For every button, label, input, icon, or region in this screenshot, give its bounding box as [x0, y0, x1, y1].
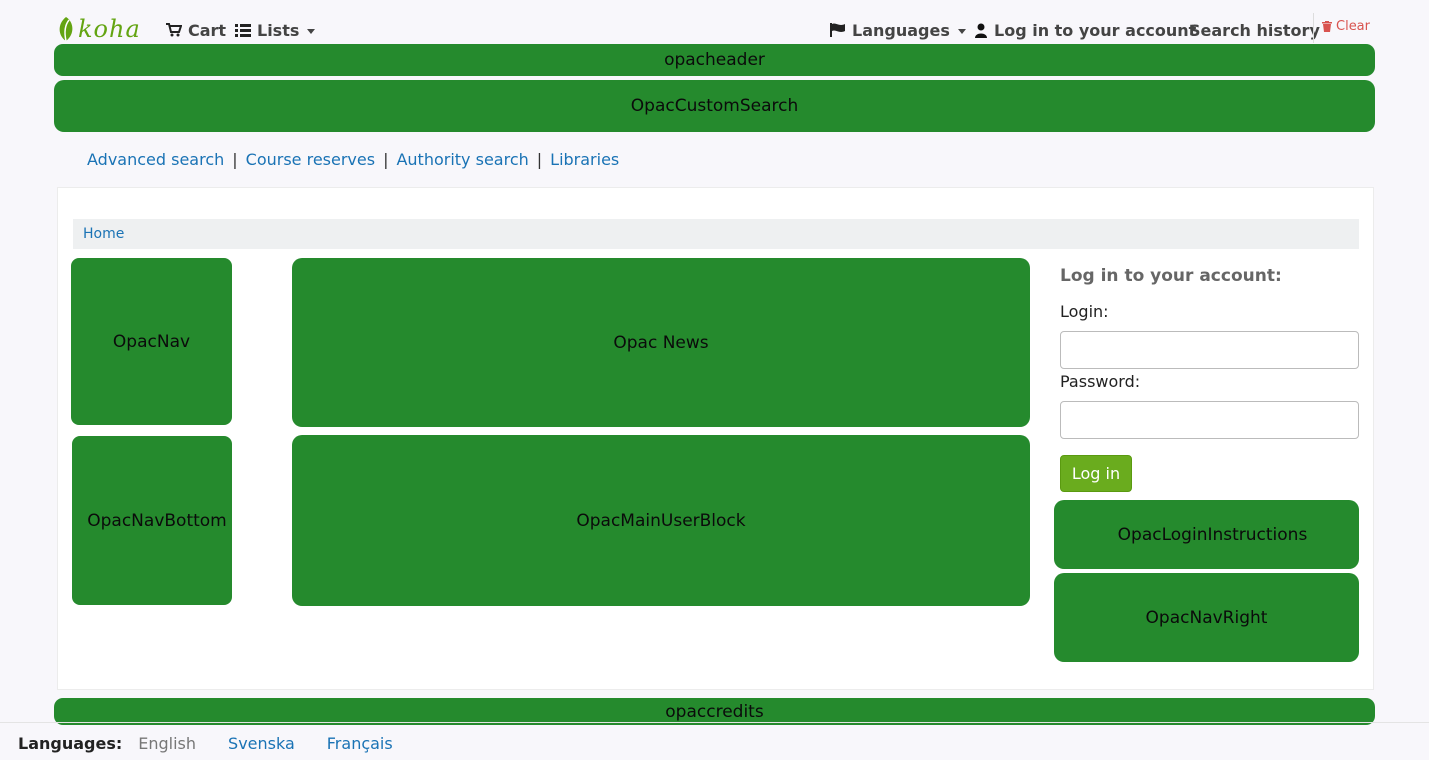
cart-label: Cart [188, 20, 227, 40]
koha-logo[interactable]: koha [56, 14, 141, 44]
chevron-down-icon [957, 28, 966, 34]
course-reserves-link[interactable]: Course reserves [246, 150, 375, 169]
footer-divider [0, 722, 1429, 723]
password-field-label: Password: [1060, 372, 1141, 391]
login-link-label: Log in to your account [994, 20, 1197, 40]
divider [1313, 13, 1314, 43]
opac-nav-bottom-block: OpacNavBottom [72, 436, 232, 605]
search-history-link[interactable]: Search history [1189, 18, 1320, 42]
login-form-title: Log in to your account: [1060, 266, 1282, 286]
link-separator: | [536, 150, 543, 169]
opaccredits-block: opaccredits [54, 698, 1375, 725]
language-switcher: Languages: English Svenska Français [18, 734, 425, 753]
libraries-link[interactable]: Libraries [550, 150, 619, 169]
opac-login-instructions-block: OpacLoginInstructions [1054, 500, 1359, 569]
login-input[interactable] [1060, 331, 1359, 369]
leaf-icon [59, 17, 73, 42]
chevron-down-icon [307, 28, 316, 34]
logo-text: koha [78, 15, 141, 43]
breadcrumb-home[interactable]: Home [83, 226, 124, 242]
languages-dropdown[interactable]: Languages [830, 18, 966, 42]
language-link-francais[interactable]: Français [327, 734, 393, 753]
lists-label: Lists [257, 20, 300, 40]
link-separator: | [232, 150, 238, 169]
quick-links: Advanced search | Course reserves | Auth… [87, 150, 619, 169]
flag-icon [830, 23, 845, 37]
password-input[interactable] [1060, 401, 1359, 439]
opacheader-block: opacheader [54, 44, 1375, 76]
clear-label: Clear [1336, 19, 1370, 34]
languages-label: Languages [852, 20, 950, 40]
cart-button[interactable]: Cart [166, 18, 226, 42]
opac-main-user-block: OpacMainUserBlock [292, 435, 1030, 606]
login-submit-button[interactable]: Log in [1060, 455, 1132, 492]
search-history-label: Search history [1189, 20, 1320, 40]
clear-history-button[interactable]: Clear [1322, 19, 1370, 34]
advanced-search-link[interactable]: Advanced search [87, 150, 224, 169]
cart-icon [166, 23, 182, 37]
user-icon [975, 23, 987, 38]
login-link[interactable]: Log in to your account [974, 18, 1196, 42]
custom-search-block: OpacCustomSearch [54, 80, 1375, 132]
opac-nav-right-block: OpacNavRight [1054, 573, 1359, 662]
login-field-label: Login: [1060, 302, 1109, 321]
list-icon [235, 23, 251, 37]
breadcrumb: Home [73, 219, 1359, 249]
current-language: English [138, 734, 197, 753]
language-link-svenska[interactable]: Svenska [228, 734, 295, 753]
link-separator: | [383, 150, 389, 169]
languages-footer-label: Languages: [18, 734, 123, 753]
opac-news-block: Opac News [292, 258, 1030, 427]
authority-search-link[interactable]: Authority search [396, 150, 528, 169]
trash-icon [1322, 21, 1332, 32]
opac-nav-block: OpacNav [71, 258, 232, 425]
lists-dropdown[interactable]: Lists [235, 18, 316, 42]
